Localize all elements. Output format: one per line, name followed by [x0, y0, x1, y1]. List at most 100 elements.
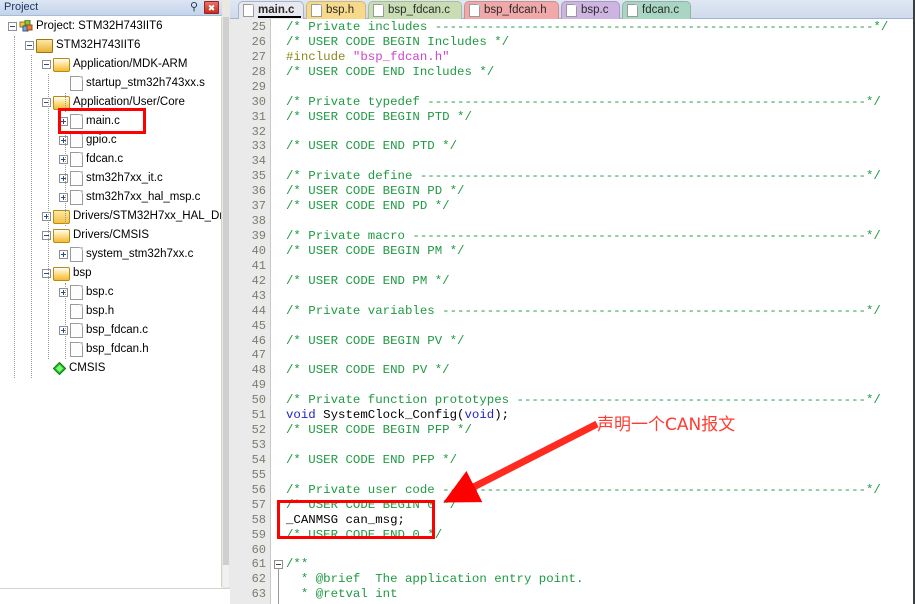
tree-item[interactable]: gpio.c: [0, 131, 221, 150]
code-line[interactable]: 49: [230, 378, 913, 393]
code-line[interactable]: 50 /* Private function prototypes -------…: [230, 393, 913, 408]
code-token: /* USER CODE END 0 */: [286, 527, 443, 542]
code-line[interactable]: 31 /* USER CODE BEGIN PTD */: [230, 110, 913, 125]
tree-item[interactable]: system_stm32h7xx.c: [0, 245, 221, 264]
expand-icon[interactable]: [59, 174, 68, 183]
scrollbar-thumb[interactable]: [223, 17, 229, 565]
expand-icon[interactable]: [59, 326, 68, 335]
code-line[interactable]: 48 /* USER CODE END PV */: [230, 363, 913, 378]
editor-tabbar[interactable]: main.c bsp.h bsp_fdcan.c bsp_fdcan.h bsp.c fd…: [230, 0, 915, 19]
code-line[interactable]: 27 #include "bsp_fdcan.h": [230, 50, 913, 65]
code-line[interactable]: 37 /* USER CODE END PD */: [230, 199, 913, 214]
tree-item[interactable]: Application/User/Core: [0, 93, 221, 112]
code-line[interactable]: 46 /* USER CODE BEGIN PV */: [230, 334, 913, 349]
editor-tab[interactable]: bsp_fdcan.c: [368, 1, 462, 19]
code-line[interactable]: 25 /* Private includes ------------------…: [230, 20, 913, 35]
close-icon[interactable]: ✖: [204, 1, 219, 14]
tree-item-label: Drivers/STM32H7xx_HAL_Dri: [73, 210, 222, 222]
tree-item[interactable]: Project: STM32H743IIT6: [0, 17, 221, 36]
tree-item[interactable]: Application/MDK-ARM: [0, 55, 221, 74]
tree-item[interactable]: main.c: [0, 112, 221, 131]
collapse-icon[interactable]: [42, 60, 51, 69]
project-tree-scrollbar[interactable]: [223, 17, 229, 587]
expand-icon[interactable]: [42, 212, 51, 221]
code-line[interactable]: 53: [230, 438, 913, 453]
expand-icon[interactable]: [59, 117, 68, 126]
code-token: /* USER CODE END PTD */: [286, 139, 458, 154]
code-line[interactable]: 47: [230, 348, 913, 363]
tree-item[interactable]: Drivers/STM32H7xx_HAL_Dri: [0, 207, 221, 226]
code-text: /* USER CODE BEGIN PFP */: [286, 423, 472, 438]
tree-item[interactable]: bsp_fdcan.h: [0, 340, 221, 359]
project-tree[interactable]: Project: STM32H743IIT6 STM32H743IIT6 Appli…: [0, 17, 222, 587]
code-line[interactable]: 54 /* USER CODE END PFP */: [230, 453, 913, 468]
expand-icon[interactable]: [59, 155, 68, 164]
fold-toggle-icon[interactable]: [274, 560, 283, 570]
line-number: 61: [251, 557, 266, 572]
tree-item-label: bsp_fdcan.h: [86, 343, 149, 355]
code-line[interactable]: 26 /* USER CODE BEGIN Includes */: [230, 35, 913, 50]
code-line[interactable]: 59 /* USER CODE END 0 */: [230, 528, 913, 543]
code-line[interactable]: 44 /* Private variables -----------------…: [230, 304, 913, 319]
code-line[interactable]: 28 /* USER CODE END Includes */: [230, 65, 913, 80]
expand-icon[interactable]: [59, 136, 68, 145]
code-line[interactable]: 42 /* USER CODE END PM */: [230, 274, 913, 289]
code-text: * @retval int: [286, 587, 398, 602]
tree-guide-line: [14, 36, 15, 378]
code-line[interactable]: 30 /* Private typedef -------------------…: [230, 95, 913, 110]
code-token: /**: [286, 557, 309, 572]
code-line[interactable]: 29: [230, 80, 913, 95]
pin-icon[interactable]: ⚲: [190, 1, 198, 14]
code-line[interactable]: 43: [230, 289, 913, 304]
tree-item[interactable]: CMSIS: [0, 359, 221, 378]
code-line[interactable]: 36 /* USER CODE BEGIN PD */: [230, 184, 913, 199]
tree-item[interactable]: startup_stm32h743xx.s: [0, 74, 221, 93]
editor-tab[interactable]: bsp_fdcan.h: [464, 1, 559, 19]
code-line[interactable]: 60: [230, 543, 913, 558]
code-line[interactable]: 51 void SystemClock_Config(void);: [230, 408, 913, 423]
tree-item[interactable]: fdcan.c: [0, 150, 221, 169]
tree-item[interactable]: bsp.h: [0, 302, 221, 321]
collapse-icon[interactable]: [42, 269, 51, 278]
code-line[interactable]: 55: [230, 468, 913, 483]
expand-icon[interactable]: [59, 288, 68, 297]
code-line[interactable]: 61 /**: [230, 557, 913, 572]
code-token: SystemClock_Config(: [315, 408, 465, 423]
tree-item[interactable]: Drivers/CMSIS: [0, 226, 221, 245]
tree-item[interactable]: stm32h7xx_it.c: [0, 169, 221, 188]
project-panel: Project ⚲ ✖ Project: STM32H743IIT6 STM32H…: [0, 0, 230, 604]
code-line[interactable]: 52 /* USER CODE BEGIN PFP */: [230, 423, 913, 438]
code-line[interactable]: 63 * @retval int: [230, 587, 913, 602]
code-line[interactable]: 34: [230, 154, 913, 169]
editor-tab[interactable]: bsp.h: [306, 1, 366, 19]
code-line[interactable]: 58 _CANMSG can_msg;: [230, 513, 913, 528]
tree-item[interactable]: bsp.c: [0, 283, 221, 302]
editor-tab[interactable]: main.c: [238, 1, 304, 19]
code-line[interactable]: 62 * @brief The application entry point.: [230, 572, 913, 587]
editor-tab[interactable]: bsp.c: [561, 1, 620, 19]
code-line[interactable]: 33 /* USER CODE END PTD */: [230, 139, 913, 154]
tree-item[interactable]: stm32h7xx_hal_msp.c: [0, 188, 221, 207]
tree-item[interactable]: STM32H743IIT6: [0, 36, 221, 55]
code-line[interactable]: 56 /* Private user code -----------------…: [230, 483, 913, 498]
collapse-icon[interactable]: [42, 231, 51, 240]
code-line[interactable]: 40 /* USER CODE BEGIN PM */: [230, 244, 913, 259]
collapse-icon[interactable]: [25, 41, 34, 50]
tree-item[interactable]: bsp_fdcan.c: [0, 321, 221, 340]
tree-item-label: Project: STM32H743IIT6: [36, 20, 163, 32]
code-line[interactable]: 38: [230, 214, 913, 229]
collapse-icon[interactable]: [42, 98, 51, 107]
collapse-icon[interactable]: [8, 22, 17, 31]
line-number: 48: [251, 363, 266, 378]
editor-tab[interactable]: fdcan.c: [622, 1, 691, 19]
code-editor[interactable]: 25 /* Private includes ------------------…: [230, 19, 915, 604]
code-line[interactable]: 41: [230, 259, 913, 274]
code-line[interactable]: 35 /* Private define --------------------…: [230, 169, 913, 184]
code-line[interactable]: 39 /* Private macro ---------------------…: [230, 229, 913, 244]
expand-icon[interactable]: [59, 193, 68, 202]
code-line[interactable]: 32: [230, 125, 913, 140]
tree-item[interactable]: bsp: [0, 264, 221, 283]
code-line[interactable]: 45: [230, 319, 913, 334]
expand-icon[interactable]: [59, 250, 68, 259]
code-line[interactable]: 57 /* USER CODE BEGIN 0 */: [230, 498, 913, 513]
